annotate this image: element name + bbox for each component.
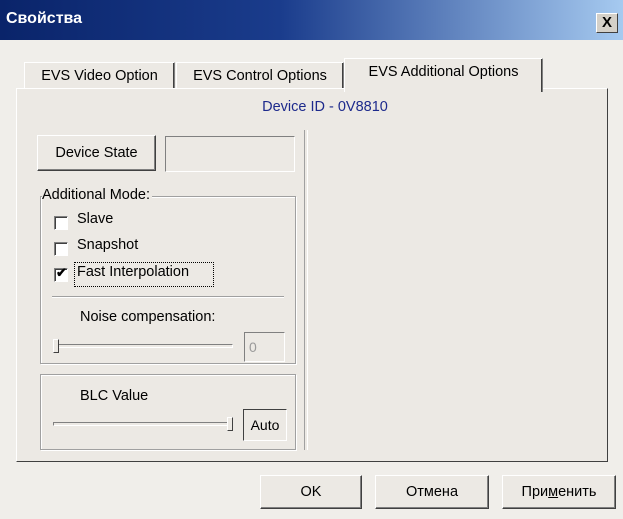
blc-label: BLC Value xyxy=(80,388,149,404)
device-id-label: Device ID - 0V8810 xyxy=(262,99,388,115)
blc-value-field: Auto xyxy=(243,409,287,441)
noise-value-field: 0 xyxy=(244,332,285,362)
noise-slider-thumb[interactable] xyxy=(53,339,59,353)
checkmark-icon: ✔ xyxy=(56,265,67,280)
tab-evs-additional-options[interactable]: EVS Additional Options xyxy=(344,58,543,92)
blc-slider-thumb[interactable] xyxy=(227,417,233,431)
fast-interpolation-checkbox[interactable]: ✔ xyxy=(54,265,68,282)
device-state-field xyxy=(165,136,295,172)
noise-slider-track[interactable] xyxy=(53,344,233,348)
apply-button[interactable]: Применить xyxy=(502,475,616,509)
snapshot-checkbox[interactable] xyxy=(54,242,68,256)
slave-checkbox[interactable] xyxy=(54,216,68,230)
blc-slider-track[interactable] xyxy=(53,422,233,426)
apply-label-start: При xyxy=(521,484,549,500)
apply-label-mnemonic: м xyxy=(548,484,559,500)
ok-button[interactable]: OK xyxy=(260,475,362,509)
tab-evs-video-option[interactable]: EVS Video Option xyxy=(24,62,175,89)
noise-compensation-label: Noise compensation: xyxy=(80,309,216,325)
slave-label[interactable]: Slave xyxy=(77,211,113,227)
horizontal-separator xyxy=(52,296,284,298)
tab-evs-control-options[interactable]: EVS Control Options xyxy=(176,62,344,89)
device-state-button[interactable]: Device State xyxy=(37,135,156,171)
window-title: Свойства xyxy=(6,10,83,27)
additional-mode-legend: Additional Mode: xyxy=(42,187,153,203)
focus-rectangle xyxy=(74,262,214,287)
title-bar: Свойства X xyxy=(0,0,623,40)
close-icon: X xyxy=(601,14,612,31)
vertical-separator xyxy=(304,130,308,450)
close-button[interactable]: X xyxy=(596,13,618,33)
cancel-button[interactable]: Отмена xyxy=(375,475,489,509)
snapshot-label[interactable]: Snapshot xyxy=(77,237,138,253)
apply-label-end: енить xyxy=(558,484,597,500)
